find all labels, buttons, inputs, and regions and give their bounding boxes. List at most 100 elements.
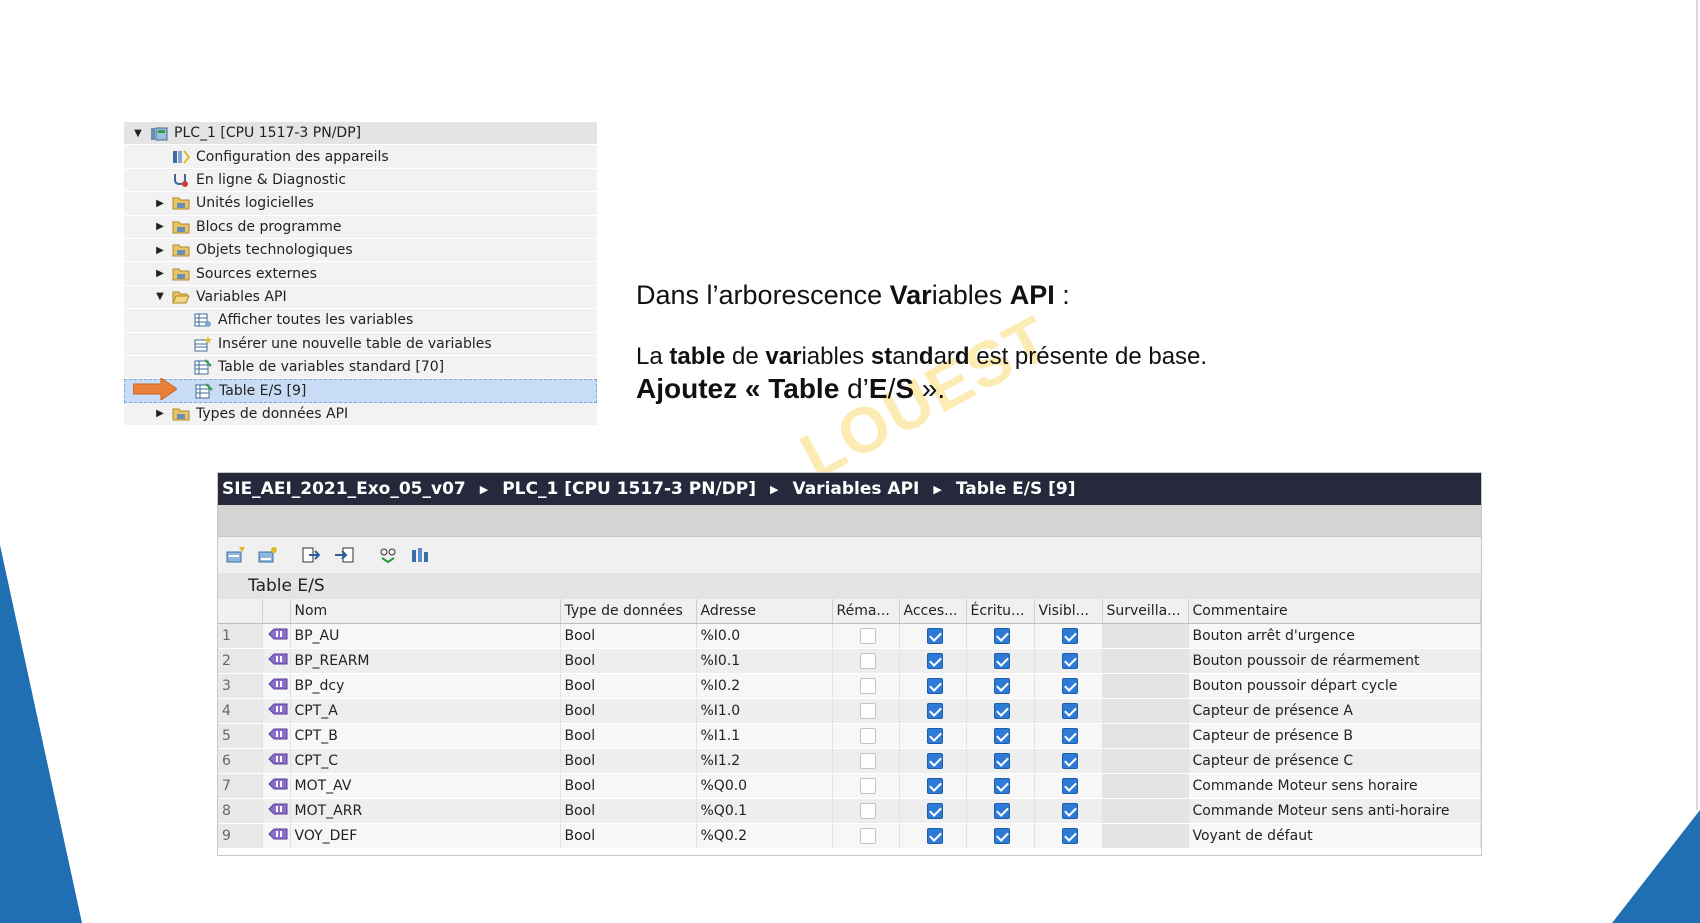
comment[interactable]: Capteur de présence B: [1188, 723, 1481, 749]
data-type[interactable]: Bool: [560, 698, 697, 724]
tree-item[interactable]: En ligne & Diagnostic: [124, 169, 597, 193]
data-type[interactable]: Bool: [560, 823, 697, 849]
visible-checkbox[interactable]: [1062, 827, 1078, 844]
write-checkbox[interactable]: [994, 802, 1010, 819]
tree-item[interactable]: ▶ Objets technologiques: [124, 239, 597, 263]
insert-row-icon[interactable]: [254, 542, 282, 568]
tree-item[interactable]: ▶ Blocs de programme: [124, 216, 597, 239]
tree-item[interactable]: ▼ Variables API: [124, 286, 597, 310]
breadcrumb-item[interactable]: Table E/S [9]: [956, 479, 1076, 499]
visible-checkbox[interactable]: [1062, 627, 1078, 644]
visible-checkbox[interactable]: [1062, 802, 1078, 819]
retain-checkbox[interactable]: [859, 702, 876, 719]
visible-checkbox[interactable]: [1062, 752, 1078, 769]
comment[interactable]: Bouton arrêt d'urgence: [1188, 623, 1481, 649]
write-checkbox[interactable]: [994, 752, 1010, 769]
data-type[interactable]: Bool: [560, 773, 697, 799]
column-header-address-col[interactable]: Adresse: [696, 599, 833, 624]
table-row[interactable]: 2 BP_REARM Bool %I0.1 Bouton poussoir de réa…: [218, 648, 1481, 674]
breadcrumb-item[interactable]: Variables API: [792, 479, 919, 499]
visible-checkbox[interactable]: [1062, 777, 1078, 794]
address[interactable]: %Q0.0: [696, 773, 833, 799]
table-row[interactable]: 5 CPT_B Bool %I1.1 Capteur de présence B: [218, 723, 1481, 749]
comment[interactable]: Capteur de présence C: [1188, 748, 1481, 774]
address[interactable]: %I1.2: [696, 748, 833, 774]
access-checkbox[interactable]: [926, 652, 943, 669]
comment[interactable]: Capteur de présence A: [1188, 698, 1481, 724]
tree-item[interactable]: ▶ Unités logicielles: [124, 192, 597, 216]
retain-checkbox[interactable]: [859, 677, 876, 694]
column-header-retain-col[interactable]: Réma...: [832, 599, 900, 624]
column-header-write-col[interactable]: Écritu...: [966, 599, 1035, 624]
variable-name[interactable]: BP_dcy: [290, 673, 561, 699]
collapse-arrow-icon[interactable]: ▶: [154, 244, 166, 256]
access-checkbox[interactable]: [926, 752, 943, 769]
retain-checkbox[interactable]: [859, 802, 876, 819]
data-type[interactable]: Bool: [560, 648, 697, 674]
tree-item[interactable]: Table de variables standard [70]: [124, 356, 597, 380]
table-row[interactable]: 9 VOY_DEF Bool %Q0.2 Voyant de défaut: [218, 823, 1481, 849]
table-row[interactable]: 6 CPT_C Bool %I1.2 Capteur de présence C: [218, 748, 1481, 774]
column-header-access-col[interactable]: Acces...: [899, 599, 967, 624]
collapse-arrow-icon[interactable]: ▶: [154, 197, 166, 209]
write-checkbox[interactable]: [994, 677, 1010, 694]
table-row[interactable]: 4 CPT_A Bool %I1.0 Capteur de présence A: [218, 698, 1481, 724]
address[interactable]: %I0.0: [696, 623, 833, 649]
visible-checkbox[interactable]: [1062, 702, 1078, 719]
import-icon[interactable]: [330, 542, 358, 568]
visible-checkbox[interactable]: [1062, 677, 1078, 694]
access-checkbox[interactable]: [926, 677, 943, 694]
column-header-visible-col[interactable]: Visibl...: [1034, 599, 1103, 624]
column-header-name-col[interactable]: Nom: [290, 599, 561, 624]
table-row[interactable]: 8 MOT_ARR Bool %Q0.1 Commande Moteur sens an…: [218, 798, 1481, 824]
comment[interactable]: Commande Moteur sens horaire: [1188, 773, 1481, 799]
tree-item[interactable]: Afficher toutes les variables: [124, 309, 597, 333]
tree-item[interactable]: ▶ Sources externes: [124, 262, 597, 286]
retain-checkbox[interactable]: [859, 752, 876, 769]
access-checkbox[interactable]: [926, 702, 943, 719]
access-checkbox[interactable]: [926, 777, 943, 794]
expand-arrow-icon[interactable]: ▼: [154, 291, 166, 303]
comment[interactable]: Bouton poussoir départ cycle: [1188, 673, 1481, 699]
data-type[interactable]: Bool: [560, 723, 697, 749]
address[interactable]: %I0.1: [696, 648, 833, 674]
comment[interactable]: Commande Moteur sens anti-horaire: [1188, 798, 1481, 824]
access-checkbox[interactable]: [926, 827, 943, 844]
export-icon[interactable]: [298, 542, 326, 568]
tree-item[interactable]: ▶ Types de données API: [124, 403, 597, 427]
monitor-icon[interactable]: [374, 542, 402, 568]
address[interactable]: %I1.0: [696, 698, 833, 724]
tree-item[interactable]: Insérer une nouvelle table de variables: [124, 333, 597, 356]
collapse-arrow-icon[interactable]: ▶: [154, 221, 166, 233]
settings-columns-icon[interactable]: [406, 542, 434, 568]
breadcrumb-item[interactable]: PLC_1 [CPU 1517-3 PN/DP]: [502, 479, 756, 499]
expand-arrow-icon[interactable]: ▼: [132, 127, 144, 139]
table-row[interactable]: 1 BP_AU Bool %I0.0 Bouton arrêt d'urgence: [218, 623, 1481, 649]
tree-item[interactable]: Configuration des appareils: [124, 145, 597, 169]
variable-name[interactable]: MOT_AV: [290, 773, 561, 799]
access-checkbox[interactable]: [926, 802, 943, 819]
variable-name[interactable]: CPT_C: [290, 748, 561, 774]
table-row[interactable]: 7 MOT_AV Bool %Q0.0 Commande Moteur sens hor…: [218, 773, 1481, 799]
retain-checkbox[interactable]: [859, 827, 876, 844]
retain-checkbox[interactable]: [859, 627, 876, 644]
address[interactable]: %I0.2: [696, 673, 833, 699]
add-row-icon[interactable]: [222, 542, 250, 568]
variable-name[interactable]: MOT_ARR: [290, 798, 561, 824]
comment[interactable]: Voyant de défaut: [1188, 823, 1481, 849]
table-row[interactable]: 3 BP_dcy Bool %I0.2 Bouton poussoir départ c…: [218, 673, 1481, 699]
data-type[interactable]: Bool: [560, 673, 697, 699]
variable-name[interactable]: BP_AU: [290, 623, 561, 649]
write-checkbox[interactable]: [994, 777, 1010, 794]
column-header-monitor-col[interactable]: Surveilla...: [1102, 599, 1189, 624]
column-header-row-number-col[interactable]: [218, 599, 263, 624]
variable-name[interactable]: VOY_DEF: [290, 823, 561, 849]
tree-item[interactable]: Table E/S [9]: [124, 379, 597, 403]
visible-checkbox[interactable]: [1062, 727, 1078, 744]
tree-item[interactable]: ▼ PLC_1 [CPU 1517-3 PN/DP]: [124, 122, 597, 146]
breadcrumb-item[interactable]: SIE_AEI_2021_Exo_05_v07: [222, 479, 466, 499]
variable-name[interactable]: BP_REARM: [290, 648, 561, 674]
data-type[interactable]: Bool: [560, 798, 697, 824]
address[interactable]: %I1.1: [696, 723, 833, 749]
column-header-comment-col[interactable]: Commentaire: [1188, 599, 1481, 624]
